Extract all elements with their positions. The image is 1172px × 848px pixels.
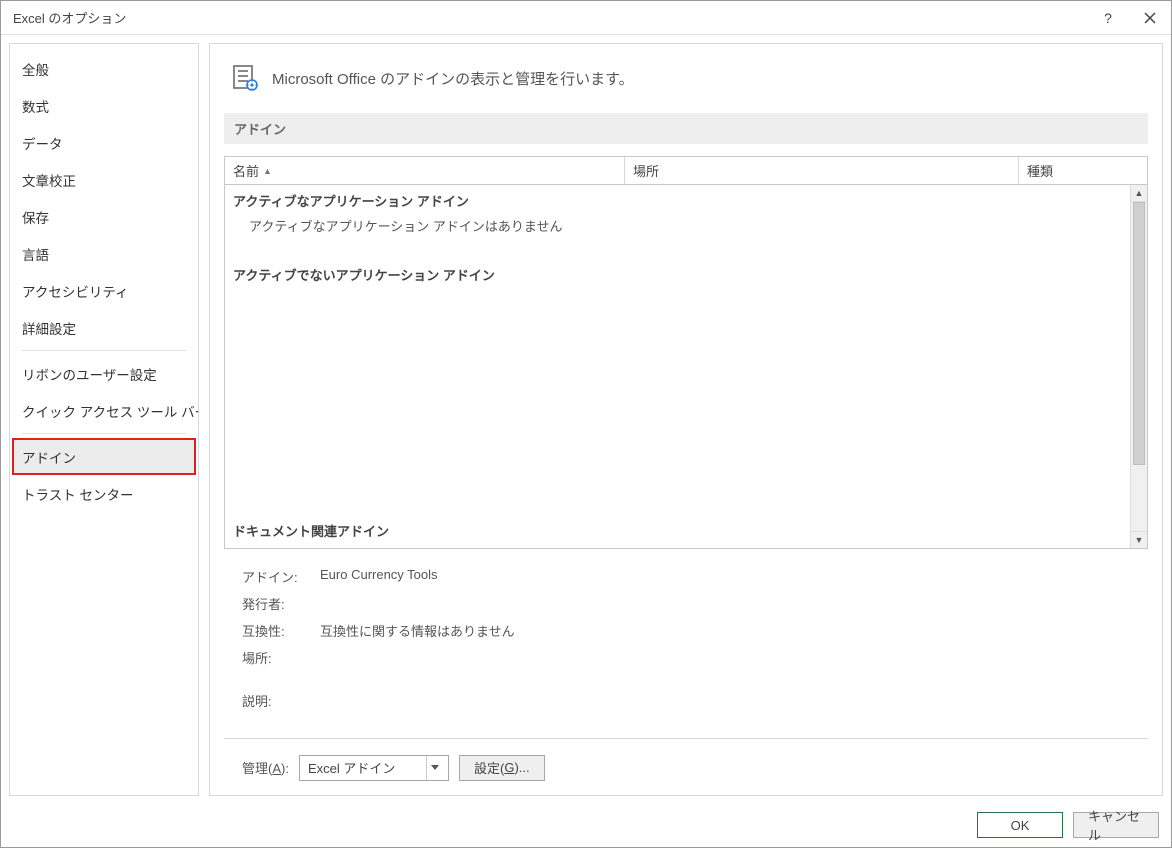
group-header-addins: アドイン — [224, 113, 1148, 144]
column-header-location-label: 場所 — [633, 161, 659, 180]
sort-ascending-icon: ▲ — [263, 166, 272, 176]
window-title: Excel のオプション — [13, 8, 126, 27]
detail-value-addin: Euro Currency Tools — [320, 567, 438, 586]
sidebar-item-proofing[interactable]: 文章校正 — [12, 161, 196, 198]
sidebar-divider — [22, 350, 186, 351]
detail-label-addin: アドイン: — [242, 567, 312, 586]
list-body[interactable]: アクティブなアプリケーション アドイン アクティブなアプリケーション アドインは… — [225, 185, 1147, 548]
column-header-type-label: 種類 — [1027, 161, 1053, 180]
details-divider — [224, 738, 1148, 739]
detail-label-publisher: 発行者: — [242, 594, 312, 613]
sidebar-item-save[interactable]: 保存 — [12, 198, 196, 235]
list-scrollbar[interactable]: ▲ ▼ — [1130, 185, 1147, 548]
scroll-thumb[interactable] — [1133, 202, 1145, 465]
ok-button[interactable]: OK — [977, 812, 1063, 838]
titlebar: Excel のオプション ? — [1, 1, 1171, 35]
scroll-down-icon[interactable]: ▼ — [1131, 531, 1147, 548]
sidebar-item-trust-center[interactable]: トラスト センター — [12, 475, 196, 512]
panel-heading: Microsoft Office のアドインの表示と管理を行います。 — [272, 68, 634, 89]
column-header-location[interactable]: 場所 — [625, 157, 1019, 184]
addin-icon — [230, 62, 260, 95]
main-panel: Microsoft Office のアドインの表示と管理を行います。 アドイン … — [209, 43, 1163, 796]
detail-label-compat: 互換性: — [242, 621, 312, 640]
cancel-button[interactable]: キャンセル — [1073, 812, 1159, 838]
sidebar-item-quick-access[interactable]: クイック アクセス ツール バー — [12, 392, 196, 429]
list-header: 名前 ▲ 場所 種類 — [225, 157, 1147, 185]
detail-label-location: 場所: — [242, 648, 312, 667]
sidebar-item-general[interactable]: 全般 — [12, 50, 196, 87]
sidebar-item-addins[interactable]: アドイン — [12, 438, 196, 475]
chevron-down-icon — [426, 756, 444, 780]
column-header-name[interactable]: 名前 ▲ — [225, 157, 625, 184]
go-button[interactable]: 設定(G)... — [459, 755, 545, 781]
manage-label: 管理(A): — [242, 758, 289, 777]
detail-label-description: 説明: — [242, 691, 312, 710]
panel-header: Microsoft Office のアドインの表示と管理を行います。 — [230, 62, 1148, 95]
manage-row: 管理(A): Excel アドイン 設定(G)... — [224, 755, 1148, 781]
detail-value-compat: 互換性に関する情報はありません — [320, 621, 515, 640]
scroll-up-icon[interactable]: ▲ — [1131, 185, 1147, 202]
category-document-related: ドキュメント関連アドイン — [225, 515, 1129, 544]
scroll-track[interactable] — [1131, 202, 1147, 531]
sidebar-item-formulas[interactable]: 数式 — [12, 87, 196, 124]
addins-list: 名前 ▲ 場所 種類 アクティブなアプリケーション アドイン アクティブなアプリ… — [224, 156, 1148, 549]
category-inactive: アクティブでないアプリケーション アドイン — [225, 259, 1147, 288]
column-header-name-label: 名前 — [233, 161, 259, 180]
addin-details: アドイン: Euro Currency Tools 発行者: 互換性: 互換性に… — [224, 559, 1148, 728]
category-active: アクティブなアプリケーション アドイン — [225, 185, 1147, 214]
sidebar-item-data[interactable]: データ — [12, 124, 196, 161]
close-button[interactable] — [1129, 1, 1171, 35]
sidebar-item-language[interactable]: 言語 — [12, 235, 196, 272]
sidebar: 全般 数式 データ 文章校正 保存 言語 アクセシビリティ 詳細設定 リボンのユ… — [9, 43, 199, 796]
help-button[interactable]: ? — [1087, 1, 1129, 35]
dialog-footer: OK キャンセル — [1, 804, 1171, 847]
close-icon — [1144, 12, 1156, 24]
sidebar-item-customize-ribbon[interactable]: リボンのユーザー設定 — [12, 355, 196, 392]
sidebar-divider — [22, 433, 186, 434]
column-header-type[interactable]: 種類 — [1019, 157, 1147, 184]
sidebar-item-accessibility[interactable]: アクセシビリティ — [12, 272, 196, 309]
manage-combo[interactable]: Excel アドイン — [299, 755, 449, 781]
active-empty-message: アクティブなアプリケーション アドインはありません — [225, 214, 1147, 237]
sidebar-item-advanced[interactable]: 詳細設定 — [12, 309, 196, 346]
manage-combo-value: Excel アドイン — [308, 758, 395, 777]
